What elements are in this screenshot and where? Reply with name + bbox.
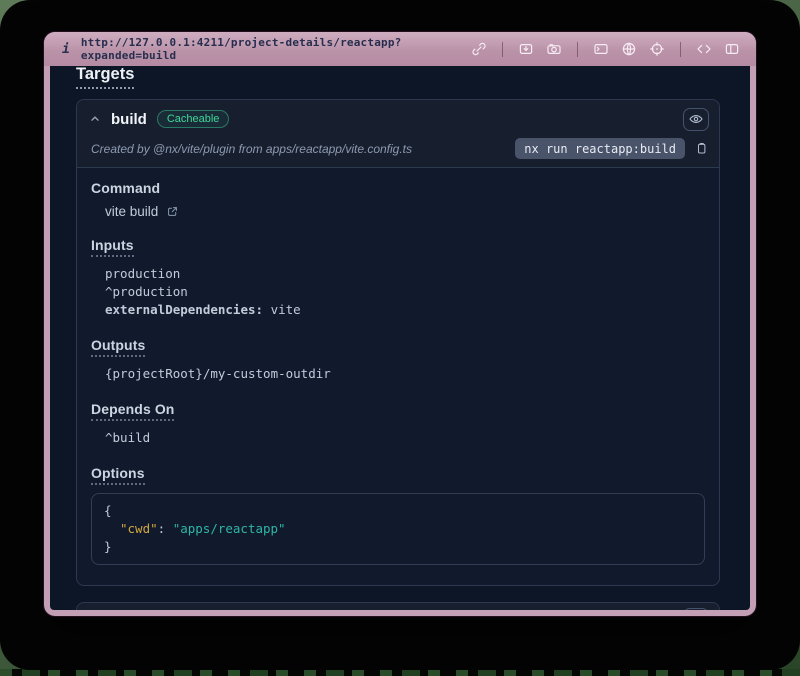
cacheable-badge: Cacheable — [157, 110, 230, 128]
link-icon[interactable] — [471, 41, 487, 57]
target-card-serve: serve vite serve — [76, 602, 720, 610]
output-item: {projectRoot}/my-custom-outdir — [105, 365, 705, 383]
input-item: externalDependencies: vite — [105, 301, 705, 319]
columns-icon[interactable] — [724, 41, 740, 57]
json-line: "cwd": "apps/reactapp" — [104, 520, 692, 538]
toolbar-divider — [577, 42, 578, 57]
run-command-chip: nx run reactapp:build — [515, 138, 685, 159]
camera-icon[interactable] — [546, 41, 562, 57]
target-meta-row: Created by @nx/vite/plugin from apps/rea… — [77, 133, 719, 167]
outputs-list: {projectRoot}/my-custom-outdir — [91, 365, 705, 383]
section-depends-on: Depends On ^build — [91, 401, 705, 447]
options-heading[interactable]: Options — [91, 465, 145, 485]
depends-on-heading[interactable]: Depends On — [91, 401, 174, 421]
inputs-heading[interactable]: Inputs — [91, 237, 134, 257]
chevron-up-icon[interactable] — [89, 113, 101, 125]
toolbar-divider — [680, 42, 681, 57]
section-outputs: Outputs {projectRoot}/my-custom-outdir — [91, 337, 705, 383]
section-inputs: Inputs production ^production externalDe… — [91, 237, 705, 319]
external-link-icon[interactable] — [166, 205, 179, 218]
json-key: "cwd" — [120, 521, 158, 536]
inputs-list: production ^production externalDependenc… — [91, 265, 705, 319]
input-item: production — [105, 265, 705, 283]
copy-icon[interactable] — [694, 141, 709, 156]
target-card-build: build Cacheable Created by @nx/vite/plug… — [76, 99, 720, 586]
target-serve-toggle[interactable]: serve vite serve — [77, 603, 719, 610]
terminal-icon[interactable] — [593, 41, 609, 57]
background-pattern — [0, 669, 800, 676]
command-heading: Command — [91, 180, 160, 196]
project-details-page: Targets build Cacheable Created by @nx/v… — [50, 66, 750, 610]
browser-toolbar: i http://127.0.0.1:4211/project-details/… — [44, 32, 756, 66]
target-build-toggle[interactable]: build Cacheable — [77, 100, 719, 133]
depends-item: ^build — [105, 429, 705, 447]
json-value: "apps/reactapp" — [173, 521, 286, 536]
input-dep-key: externalDependencies: — [105, 302, 263, 317]
json-line: { — [104, 502, 692, 520]
import-icon[interactable] — [518, 41, 534, 57]
command-value: vite build — [105, 204, 158, 219]
outputs-heading[interactable]: Outputs — [91, 337, 145, 357]
view-target-button[interactable] — [683, 108, 709, 131]
section-options: Options { "cwd": "apps/reactapp" } — [91, 465, 705, 565]
address-url[interactable]: http://127.0.0.1:4211/project-details/re… — [81, 36, 471, 62]
input-item: ^production — [105, 283, 705, 301]
json-separator: : — [158, 521, 173, 536]
created-by-text: Created by @nx/vite/plugin from apps/rea… — [91, 142, 412, 156]
section-command: Command vite build — [91, 180, 705, 219]
options-json-block: { "cwd": "apps/reactapp" } — [91, 493, 705, 565]
toolbar-actions — [471, 41, 740, 57]
depends-on-list: ^build — [91, 429, 705, 447]
code-icon[interactable] — [696, 41, 712, 57]
json-line: } — [104, 538, 692, 556]
toolbar-divider — [502, 42, 503, 57]
view-target-button[interactable] — [683, 608, 709, 610]
target-name: build — [111, 111, 147, 128]
globe-icon[interactable] — [621, 41, 637, 57]
input-dep-value: vite — [263, 302, 301, 317]
command-row: vite build — [91, 204, 705, 219]
target-serve-header: serve vite serve — [77, 603, 719, 610]
crosshair-icon[interactable] — [649, 41, 665, 57]
page-title[interactable]: Targets — [76, 66, 134, 89]
info-icon: i — [62, 42, 70, 57]
browser-window: i http://127.0.0.1:4211/project-details/… — [44, 32, 756, 616]
target-build-details: Command vite build Inputs production ^pr… — [77, 168, 719, 585]
target-build-header: build Cacheable Created by @nx/vite/plug… — [77, 100, 719, 168]
